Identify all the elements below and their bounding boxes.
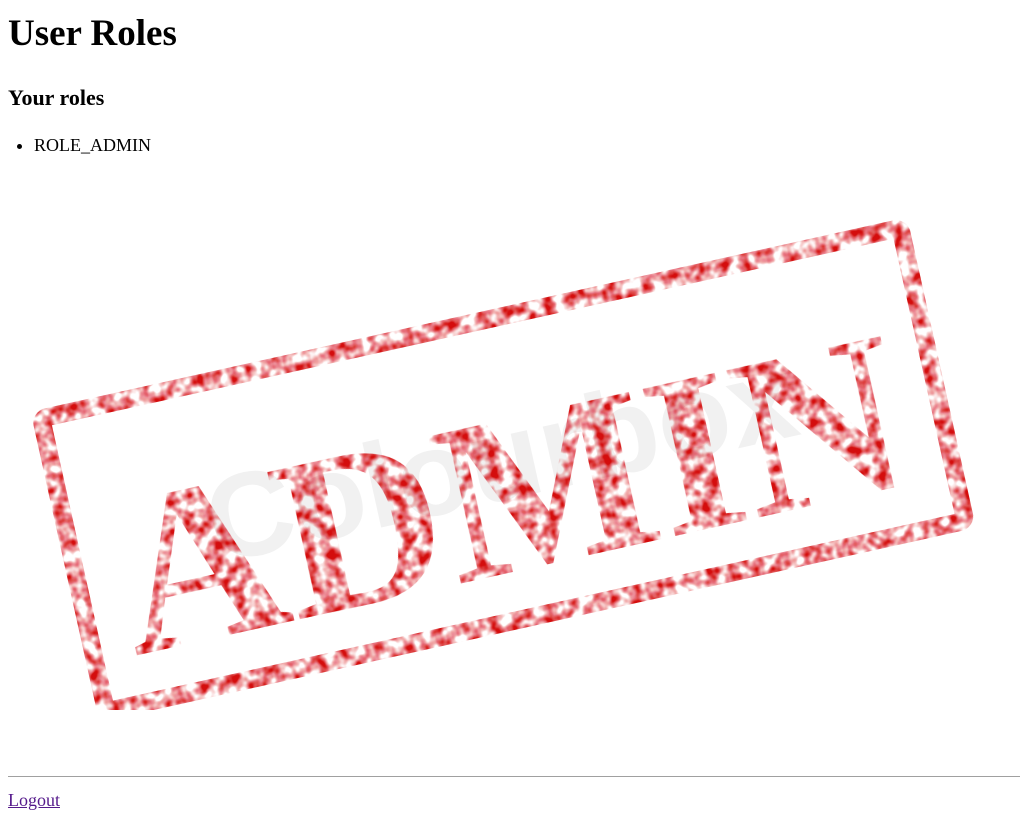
roles-heading: Your roles <box>8 85 105 110</box>
roles-list: ROLE_ADMIN <box>8 133 151 157</box>
role-item: ROLE_ADMIN <box>34 133 151 157</box>
logout-link[interactable]: Logout <box>8 788 60 812</box>
admin-stamp-image: Colourbox ADMIN <box>20 200 980 710</box>
page-title: User Roles <box>8 13 177 54</box>
stamp-text: ADMIN <box>90 283 926 705</box>
footer-divider <box>8 776 1020 777</box>
